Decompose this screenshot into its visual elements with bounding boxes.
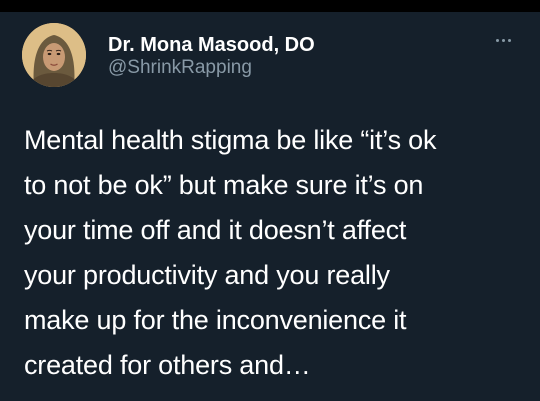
tweet-text: Mental health stigma be like “it’s ok to… <box>24 118 524 388</box>
top-bar <box>0 0 540 12</box>
tweet-text-line: your time off and it doesn’t affect <box>24 215 407 245</box>
tweet-text-line: Mental health stigma be like “it’s ok <box>24 125 437 155</box>
profile-photo-icon <box>22 23 86 87</box>
tweet-text-line: your productivity and you really <box>24 260 390 290</box>
display-name[interactable]: Dr. Mona Masood, DO <box>108 33 315 57</box>
tweet-screenshot: Dr. Mona Masood, DO @ShrinkRapping Menta… <box>0 0 540 401</box>
tweet-card: Dr. Mona Masood, DO @ShrinkRapping Menta… <box>0 12 540 401</box>
more-options-button[interactable] <box>488 30 518 50</box>
tweet-text-line: make up for the inconvenience it <box>24 305 407 335</box>
avatar[interactable] <box>22 23 86 87</box>
tweet-text-line: created for others and… <box>24 350 311 380</box>
user-handle[interactable]: @ShrinkRapping <box>108 56 252 80</box>
more-horizontal-icon <box>495 38 499 42</box>
tweet-text-line: to not be ok” but make sure it’s on <box>24 170 424 200</box>
